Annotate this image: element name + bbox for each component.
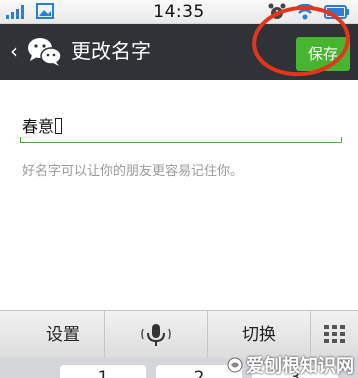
wechat-logo-icon[interactable] [26,36,62,68]
keyboard-toolbar: 设置 切换 [0,310,358,359]
voice-input-button[interactable] [105,311,207,359]
text-cursor [55,118,63,134]
wifi-icon [294,4,316,20]
save-button[interactable]: 保存 [296,37,350,71]
key-1[interactable]: 1 [60,365,146,378]
status-bar: 14:35 [0,0,358,24]
keyboard-grid-icon [323,325,345,343]
watermark: 爱刨根知识网 [227,352,354,378]
watermark-text: 爱刨根知识网 [246,356,354,377]
keyboard-settings-button[interactable]: 设置 [0,311,104,359]
status-right-icons [268,3,350,21]
back-chevron-icon[interactable]: ‹ [10,37,18,65]
name-hint: 好名字可以让你的朋友更容易记住你。 [22,164,244,179]
name-input-underline [20,137,342,143]
battery-icon [324,5,349,19]
header-bar: ‹ 更改名字 保存 [0,24,358,80]
keyboard-settings-label: 设置 [46,325,80,345]
watermark-logo-icon [227,357,243,373]
microphone-icon [141,324,171,346]
alarm-icon [268,3,286,19]
page-title: 更改名字 [71,39,151,63]
name-input[interactable]: 春意 [22,116,340,142]
name-input-value: 春意 [22,117,55,136]
